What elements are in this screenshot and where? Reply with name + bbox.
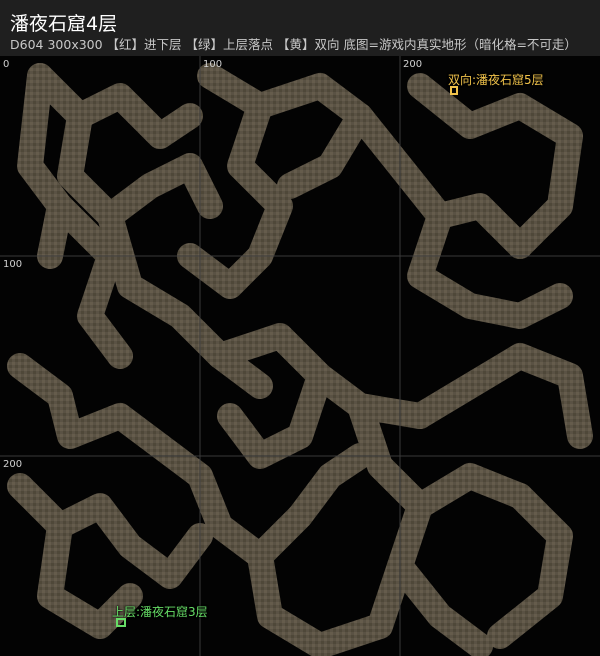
y-axis-label-200: 200 — [3, 459, 23, 470]
cave-terrain — [0, 56, 600, 656]
portal-label-yellow: 双向:潘夜石窟5层 — [448, 73, 544, 87]
map-title: 潘夜石窟4层 — [10, 13, 118, 35]
portal-label-green: 上层:潘夜石窟3层 — [112, 605, 208, 619]
x-axis-label-200: 200 — [403, 59, 423, 70]
portal-marker-yellow[interactable] — [450, 86, 458, 95]
cave-map[interactable]: 0 100 200 100 200 双向:潘夜石窟5层 上层:潘夜石窟3层 — [0, 56, 600, 656]
y-axis-label-100: 100 — [3, 259, 23, 270]
cave-floor — [7, 63, 593, 656]
x-axis-label-100: 100 — [203, 59, 223, 70]
map-legend-subtitle: D604 300x300 【红】进下层 【绿】上层落点 【黄】双向 底图=游戏内… — [10, 37, 577, 52]
portal-marker-green[interactable] — [116, 618, 126, 627]
header-bar: 潘夜石窟4层 D604 300x300 【红】进下层 【绿】上层落点 【黄】双向… — [0, 0, 600, 56]
x-axis-label-0: 0 — [3, 59, 10, 70]
